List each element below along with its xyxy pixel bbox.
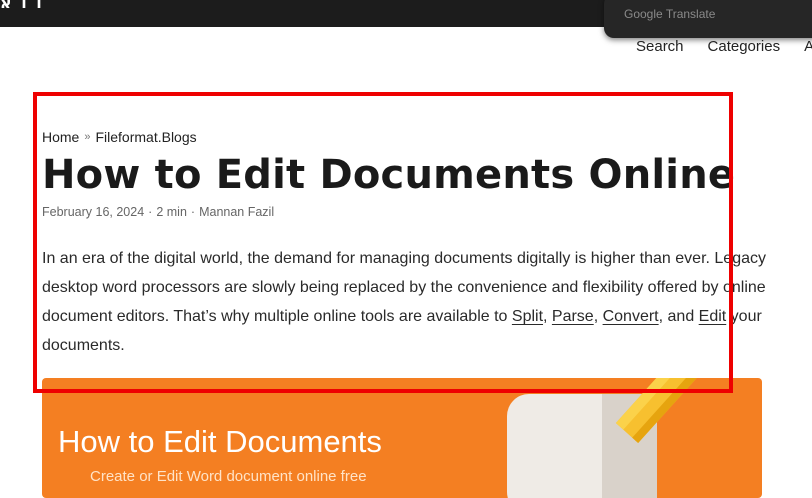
nav-item-more[interactable]: A [804, 38, 812, 58]
link-parse[interactable]: Parse [552, 308, 594, 325]
breadcrumb: Home » Fileformat.Blogs [42, 129, 197, 145]
article-date: February 16, 2024 [42, 205, 145, 219]
article-read-time: 2 min [156, 205, 187, 219]
comma: , [543, 308, 552, 325]
nav-item-categories[interactable]: Categories [708, 38, 781, 58]
breadcrumb-current[interactable]: Fileformat.Blogs [95, 129, 196, 145]
nav-item-search[interactable]: Search [636, 38, 684, 58]
google-translate-widget[interactable]: Google Translate [604, 0, 812, 38]
article-meta: February 16, 2024 · 2 min · Mannan Fazil [42, 205, 274, 219]
link-split[interactable]: Split [512, 308, 543, 325]
featured-banner: How to Edit Documents Create or Edit Wor… [42, 378, 762, 498]
link-convert[interactable]: Convert [603, 308, 659, 325]
banner-title: How to Edit Documents [58, 424, 382, 459]
comma: , [593, 308, 603, 325]
banner-subtitle: Create or Edit Word document online free [90, 468, 367, 485]
meta-separator: · [190, 205, 196, 219]
meta-separator: · [148, 205, 153, 219]
article-author[interactable]: Mannan Fazil [199, 205, 274, 219]
google-translate-label: Google Translate [624, 7, 716, 21]
main-nav: Search Categories A [636, 38, 812, 58]
breadcrumb-home[interactable]: Home [42, 129, 79, 145]
article-intro: In an era of the digital world, the dema… [42, 244, 772, 360]
link-edit[interactable]: Edit [699, 308, 727, 325]
article-title: How to Edit Documents Online [42, 152, 736, 198]
breadcrumb-separator: » [84, 131, 91, 143]
site-logo[interactable]: ו ו א [0, 0, 70, 8]
pencil-icon [615, 378, 739, 444]
and-text: , and [658, 308, 699, 325]
